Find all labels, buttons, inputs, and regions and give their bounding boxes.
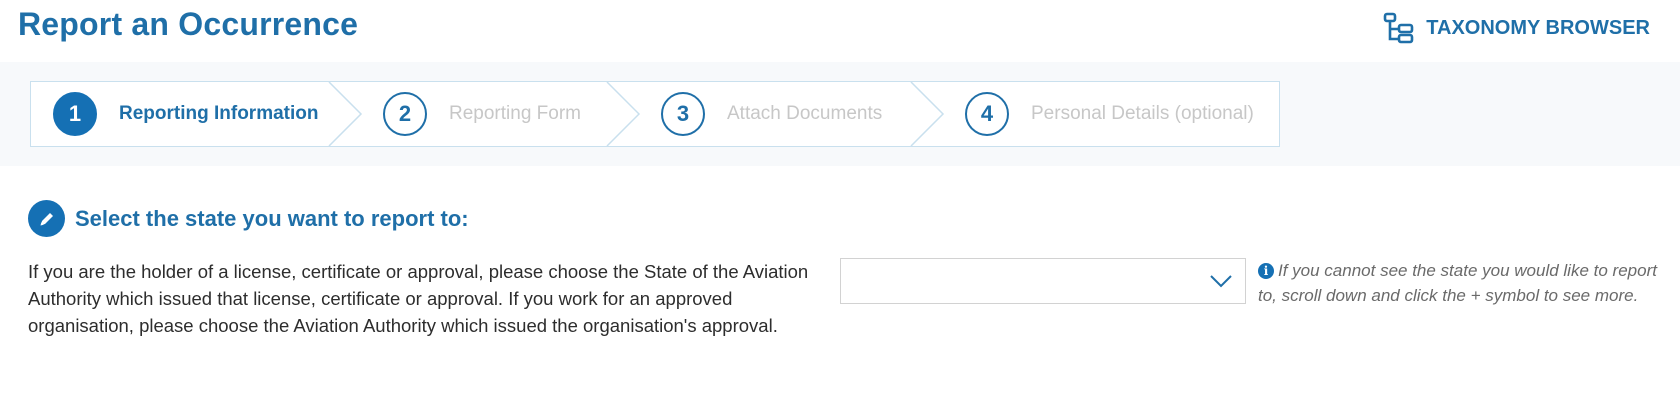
step-reporting-form[interactable]: 2 Reporting Form: [383, 82, 581, 146]
step-reporting-information[interactable]: 1 Reporting Information: [53, 82, 318, 146]
pencil-icon: [28, 200, 65, 237]
taxonomy-browser-button[interactable]: TAXONOMY BROWSER: [1382, 10, 1650, 46]
info-icon: i: [1258, 263, 1274, 279]
step-label: Reporting Form: [449, 103, 581, 124]
step-personal-details[interactable]: 4 Personal Details (optional): [965, 82, 1254, 146]
section-title: Select the state you want to report to:: [75, 205, 469, 231]
step-number: 2: [383, 92, 427, 136]
state-select[interactable]: [840, 258, 1246, 304]
step-label: Personal Details (optional): [1031, 103, 1254, 124]
state-hint: i If you cannot see the state you would l…: [1258, 258, 1663, 308]
page-header: Report an Occurrence TAXONOMY BROWSER: [0, 0, 1680, 62]
step-number: 3: [661, 92, 705, 136]
step-label: Reporting Information: [119, 103, 319, 124]
state-instructions: If you are the holder of a license, cert…: [28, 261, 809, 336]
section-heading: Select the state you want to report to:: [28, 200, 469, 237]
taxonomy-browser-label: TAXONOMY BROWSER: [1426, 16, 1650, 39]
step-attach-documents[interactable]: 3 Attach Documents: [661, 82, 882, 146]
hierarchy-icon: [1383, 12, 1414, 44]
chevron-down-icon: [1210, 275, 1232, 288]
progress-stepper: 1 Reporting Information 2 Reporting Form…: [30, 81, 1280, 147]
step-number: 1: [53, 92, 97, 136]
step-label: Attach Documents: [727, 103, 883, 124]
page-title: Report an Occurrence: [18, 6, 359, 42]
step-number: 4: [965, 92, 1009, 136]
hint-text: If you cannot see the state you would li…: [1258, 261, 1657, 305]
